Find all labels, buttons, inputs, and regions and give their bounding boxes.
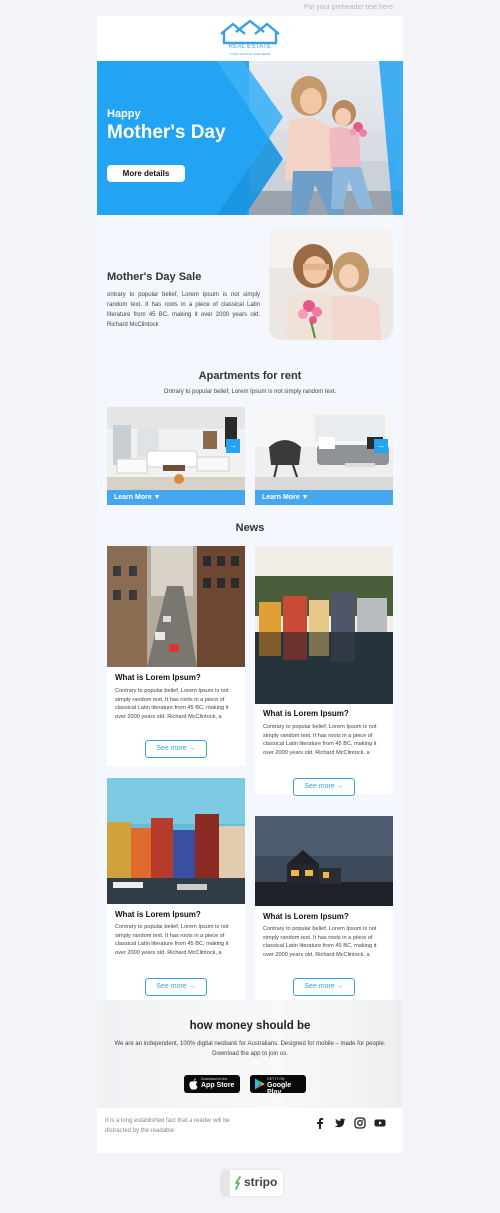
house-logo-icon: [220, 20, 280, 45]
header-logo[interactable]: REAL ESTATE YOUR TAGLINE GOES HERE: [97, 16, 403, 61]
news-photo: [107, 546, 245, 667]
arrow-right-icon[interactable]: →: [226, 439, 240, 453]
apartments-title: Apartments for rent: [198, 370, 302, 382]
stripo-logo-icon: [235, 1176, 241, 1190]
email-container: REAL ESTATE YOUR TAGLINE GOES HERE Happy…: [97, 16, 403, 1153]
apple-icon: [189, 1078, 198, 1090]
app-store-label: App Store: [201, 1082, 235, 1089]
news-card-title: What is Lorem Ipsum?: [263, 912, 349, 921]
apartment-photo: [255, 407, 393, 490]
google-play-label: Google Play: [267, 1082, 292, 1096]
sale-title: Mother's Day Sale: [107, 271, 202, 283]
twitter-icon[interactable]: [334, 1117, 346, 1129]
footer-text: It is a long established fact that a rea…: [105, 1118, 230, 1134]
see-more-button[interactable]: See more →: [293, 978, 355, 996]
apartment-card[interactable]: → Learn More ▼: [255, 407, 393, 505]
news-card-title: What is Lorem Ipsum?: [115, 673, 201, 682]
app-promo-section: how money should be We are an independen…: [97, 1000, 403, 1108]
apartments-subtitle: Ontrary to popular belief, Lorem Ipsum i…: [163, 389, 337, 395]
instagram-icon[interactable]: [354, 1117, 366, 1129]
app-title: how money should be: [189, 1020, 311, 1032]
content-panel: Mother's Day Sale ontrary to popular bel…: [97, 215, 403, 1006]
news-card: What is Lorem Ipsum? Contrary to popular…: [255, 816, 393, 1006]
news-card-text: Contrary to popular belief, Lorem Ipsum …: [263, 926, 377, 958]
sale-photo: [269, 228, 393, 340]
news-photo: [107, 778, 245, 904]
sale-text: ontrary to popular belief, Lorem Ipsum i…: [107, 292, 260, 328]
preheader-text: Put your preheader text here: [303, 4, 393, 11]
hero-title: Mother's Day: [107, 122, 226, 143]
news-photo: [255, 546, 393, 704]
app-text: We are an independent, 100% digital neob…: [114, 1041, 386, 1057]
facebook-icon[interactable]: [314, 1117, 326, 1129]
see-more-button[interactable]: See more →: [145, 978, 207, 996]
stripo-badge[interactable]: stripo: [221, 1170, 283, 1196]
app-store-button[interactable]: Download on the App Store: [184, 1075, 240, 1093]
arrow-right-icon[interactable]: →: [374, 439, 388, 453]
more-details-button[interactable]: More details: [107, 165, 185, 182]
news-card-text: Contrary to popular belief, Lorem Ipsum …: [115, 688, 229, 720]
news-title: News: [235, 522, 265, 534]
news-card-text: Contrary to popular belief, Lorem Ipsum …: [115, 924, 229, 956]
news-card: What is Lorem Ipsum? Contrary to popular…: [107, 778, 245, 1003]
logo-name: REAL ESTATE: [228, 44, 272, 50]
hero-banner: Happy Mother's Day More details: [97, 61, 403, 215]
learn-more-button[interactable]: Learn More ▼: [255, 490, 393, 505]
news-card: What is Lorem Ipsum? Contrary to popular…: [107, 546, 245, 766]
news-photo: [255, 816, 393, 906]
google-play-button[interactable]: GET IT ON Google Play: [250, 1075, 306, 1096]
news-card-title: What is Lorem Ipsum?: [115, 910, 201, 919]
see-more-button[interactable]: See more →: [145, 740, 207, 758]
hero-kicker: Happy: [107, 108, 141, 120]
news-card-text: Contrary to popular belief, Lorem Ipsum …: [263, 724, 377, 756]
stripo-label: stripo: [244, 1175, 278, 1189]
logo-tagline: YOUR TAGLINE GOES HERE: [229, 52, 271, 56]
google-play-small: GET IT ON: [267, 1077, 285, 1081]
learn-more-button[interactable]: Learn More ▼: [107, 490, 245, 505]
youtube-icon[interactable]: [374, 1117, 386, 1129]
app-store-small: Download on the: [201, 1077, 228, 1081]
google-play-icon: [255, 1078, 265, 1090]
see-more-button[interactable]: See more →: [293, 778, 355, 796]
news-card-title: What is Lorem Ipsum?: [263, 709, 349, 718]
news-card: What is Lorem Ipsum? Contrary to popular…: [255, 546, 393, 796]
apartment-card[interactable]: → Learn More ▼: [107, 407, 245, 505]
apartment-photo: [107, 407, 245, 490]
